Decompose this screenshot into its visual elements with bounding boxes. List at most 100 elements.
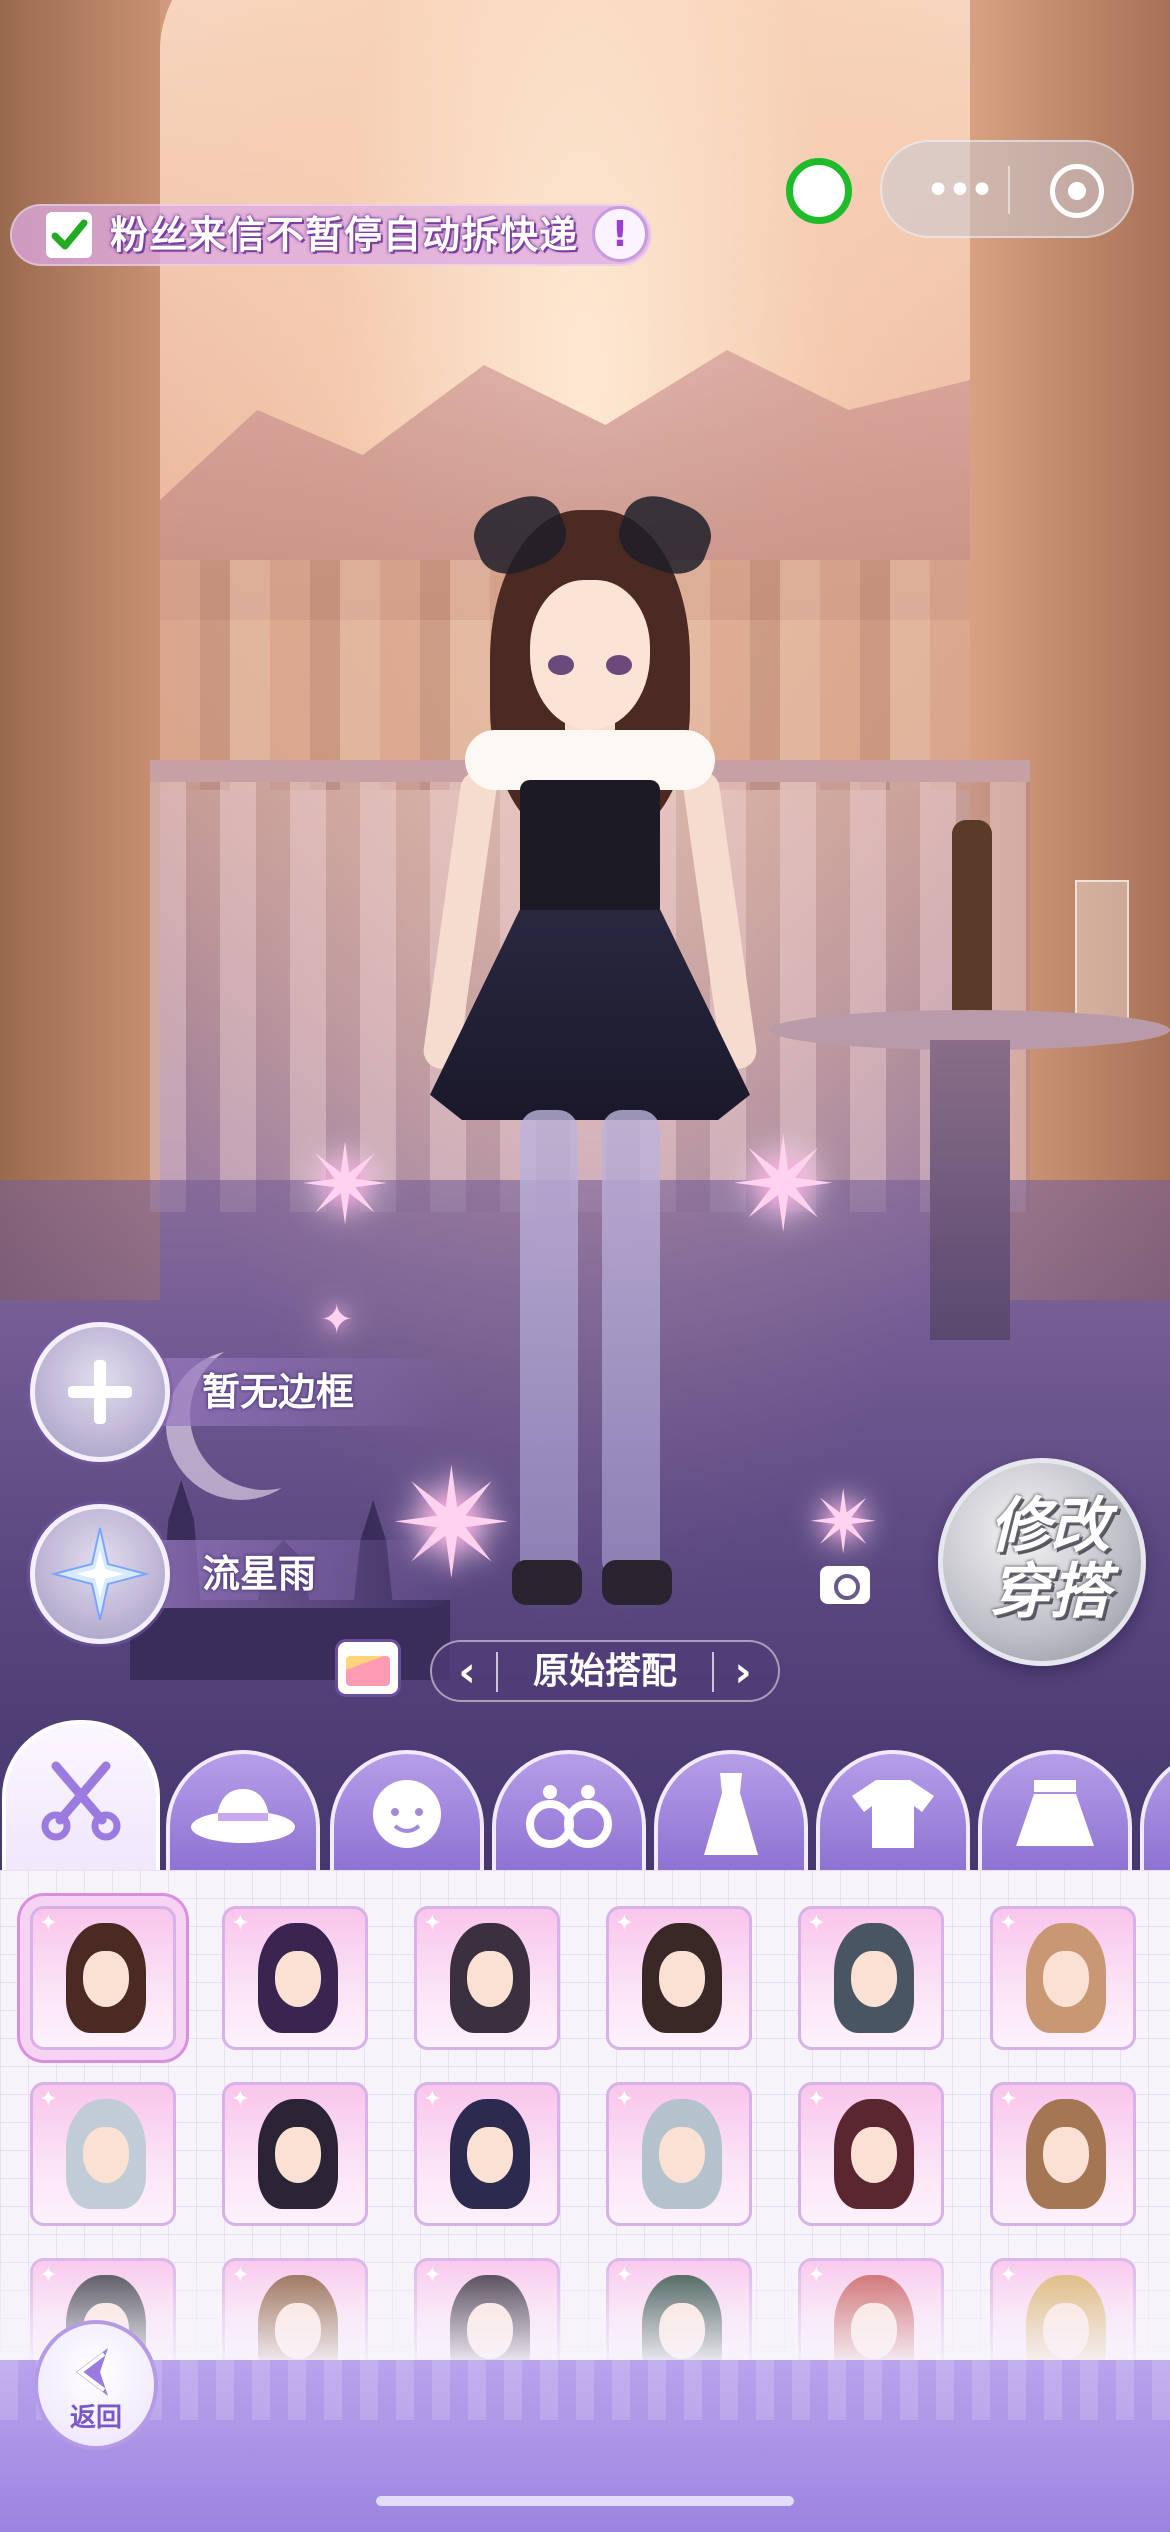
hair-item[interactable]: ✦ <box>30 1906 176 2050</box>
dress-bodice <box>520 780 660 930</box>
category-tabs <box>0 1720 1170 1874</box>
switcher-divider <box>712 1652 714 1692</box>
modify-outfit-button[interactable]: 修改 穿搭 <box>938 1458 1146 1666</box>
sparkle-icon: ✦ <box>615 2087 634 2112</box>
outfit-name: 原始搭配 <box>532 1651 677 1692</box>
hair-item[interactable]: ✦ <box>606 1906 752 2050</box>
sparkle-icon: ✦ <box>231 1911 250 1936</box>
face-silhouette <box>83 2127 129 2183</box>
face-icon <box>367 1774 447 1854</box>
sparkle-icon: ✦ <box>615 1911 634 1936</box>
sparkle-star-icon: ✴ <box>730 1109 839 1261</box>
face-silhouette <box>659 2127 705 2183</box>
bottom-bar <box>0 2360 1170 2532</box>
sparkle-star-icon: ✴ <box>808 1473 881 1573</box>
sparkle-icon: ✦ <box>423 1911 442 1936</box>
face-silhouette <box>467 1951 513 2007</box>
miniprogram-capsule: ••• <box>880 140 1134 238</box>
miniprogram-close-icon[interactable] <box>1050 164 1104 218</box>
hair-item[interactable]: ✦ <box>798 2082 944 2226</box>
sparkle-icon: ✦ <box>39 1911 58 1936</box>
tab-dress[interactable] <box>654 1750 808 1874</box>
character-leg-left <box>520 1110 578 1580</box>
sparkle-icon: ✦ <box>231 2087 250 2112</box>
chevron-left-icon[interactable]: ‹ <box>444 1646 490 1696</box>
tab-more[interactable] <box>1140 1750 1170 1874</box>
hair-item[interactable]: ✦ <box>414 1906 560 2050</box>
grid-fade <box>0 2250 1170 2370</box>
outfit-switcher: ‹ 原始搭配 › <box>430 1640 780 1702</box>
modify-outfit-label: 修改 穿搭 <box>990 1491 1110 1627</box>
hair-item[interactable]: ✦ <box>990 2082 1136 2226</box>
game-screen: ✴ ✴ ✦ ✴ ✴ 粉丝来信不暂停自动拆快递 ! ••• 暂无边框 流星雨 ‹ … <box>0 0 1170 2532</box>
effect-label: 流星雨 <box>202 1552 317 1596</box>
tab-face[interactable] <box>330 1750 484 1874</box>
frame-selector[interactable]: 暂无边框 <box>30 1322 490 1462</box>
hat-icon <box>188 1779 298 1849</box>
top-shirt-icon <box>848 1774 938 1854</box>
face-silhouette <box>851 2127 897 2183</box>
tab-top[interactable] <box>816 1750 970 1874</box>
character-eye-right <box>606 655 632 675</box>
sparkle-icon: ✦ <box>39 2087 58 2112</box>
sparkle-icon: ✦ <box>807 1911 826 1936</box>
character-shoe-right <box>602 1560 672 1605</box>
back-button[interactable]: 返回 <box>34 2320 158 2450</box>
plus-icon[interactable] <box>30 1322 170 1462</box>
effect-selector[interactable]: 流星雨 <box>30 1504 490 1644</box>
wechat-status-icon[interactable] <box>786 158 852 224</box>
dress-skirt <box>430 910 750 1120</box>
notice-text: 粉丝来信不暂停自动拆快递 <box>110 213 579 257</box>
face-silhouette <box>275 2127 321 2183</box>
hair-item[interactable]: ✦ <box>30 2082 176 2226</box>
wine-bottle <box>952 820 992 1020</box>
sparkle-star-icon: ✴ <box>300 1121 393 1249</box>
hair-item[interactable]: ✦ <box>222 1906 368 2050</box>
face-silhouette <box>659 1951 705 2007</box>
character-eye-left <box>548 655 574 675</box>
face-silhouette <box>467 2127 513 2183</box>
face-silhouette <box>83 1951 129 2007</box>
character-shoe-left <box>512 1560 582 1605</box>
capsule-divider <box>1008 166 1010 214</box>
sparkle-icon: ✦ <box>807 2087 826 2112</box>
sparkle-icon: ✦ <box>423 2087 442 2112</box>
character-face <box>530 580 650 730</box>
checkbox-checked-icon[interactable] <box>46 212 92 258</box>
table-leg <box>930 1040 1010 1340</box>
tab-skirt[interactable] <box>978 1750 1132 1874</box>
home-indicator <box>376 2496 794 2506</box>
hair-item[interactable]: ✦ <box>798 1906 944 2050</box>
face-silhouette <box>1043 1951 1089 2007</box>
character-leg-right <box>602 1110 660 1580</box>
tab-hat[interactable] <box>166 1750 320 1874</box>
face-silhouette <box>851 1951 897 2007</box>
info-icon[interactable]: ! <box>592 206 648 262</box>
back-label: 返回 <box>69 2403 122 2433</box>
chevron-right-icon[interactable]: › <box>720 1646 766 1696</box>
camera-icon[interactable] <box>820 1566 870 1604</box>
bottom-bar-pattern <box>0 2360 1170 2420</box>
album-photo-icon[interactable] <box>338 1642 398 1694</box>
snowflake-star-icon[interactable] <box>30 1504 170 1644</box>
skirt-icon <box>1010 1774 1100 1854</box>
back-arrow-icon <box>64 2340 128 2404</box>
tab-hair[interactable] <box>2 1720 160 1874</box>
hair-scissors-icon <box>36 1754 126 1844</box>
dress-icon <box>696 1769 766 1859</box>
sparkle-icon: ✦ <box>999 2087 1018 2112</box>
face-silhouette <box>275 1951 321 2007</box>
frame-label: 暂无边框 <box>202 1370 355 1414</box>
hair-item[interactable]: ✦ <box>414 2082 560 2226</box>
earrings-icon <box>524 1774 614 1854</box>
face-silhouette <box>1043 2127 1089 2183</box>
auto-unbox-notice[interactable]: 粉丝来信不暂停自动拆快递 <box>10 204 652 266</box>
hair-item[interactable]: ✦ <box>990 1906 1136 2050</box>
hair-item[interactable]: ✦ <box>222 2082 368 2226</box>
more-dots-icon[interactable]: ••• <box>918 165 998 216</box>
tab-earrings[interactable] <box>492 1750 646 1874</box>
hair-item[interactable]: ✦ <box>606 2082 752 2226</box>
glass <box>1075 880 1129 1034</box>
left-pillar <box>0 0 160 1300</box>
sparkle-icon: ✦ <box>999 1911 1018 1936</box>
